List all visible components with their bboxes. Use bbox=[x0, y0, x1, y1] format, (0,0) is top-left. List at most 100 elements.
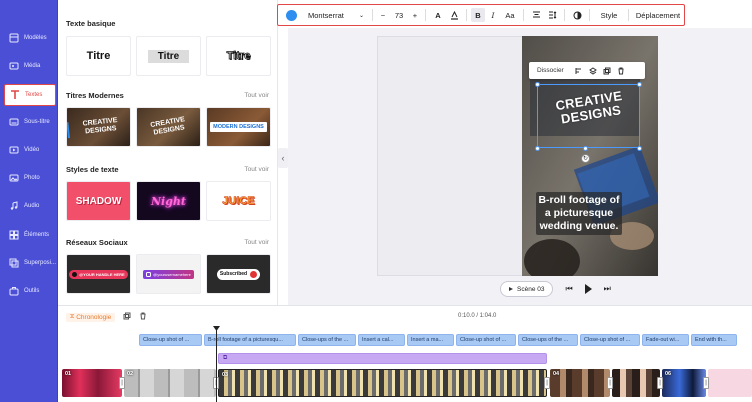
modern-title-card-2[interactable]: CREATIVE DESIGNS bbox=[136, 107, 201, 147]
video-clip-03[interactable]: 03 bbox=[218, 369, 547, 397]
play-icon[interactable] bbox=[584, 284, 592, 294]
card-label: SHADOW bbox=[75, 195, 122, 207]
highlight-icon[interactable] bbox=[446, 5, 462, 25]
sidebar-item-photo[interactable]: Photo bbox=[0, 167, 58, 189]
caption-block[interactable]: End with th... bbox=[691, 334, 737, 346]
resize-handle-tl[interactable] bbox=[535, 82, 540, 87]
video-clip-06[interactable]: 06 bbox=[662, 369, 706, 397]
caption-block[interactable]: B-roll footage of a picturesqu... bbox=[204, 334, 296, 346]
timeline-toggle-button[interactable]: ⧖ Chronologie bbox=[66, 312, 116, 322]
caption-block[interactable]: Close-ups of the ... bbox=[298, 334, 356, 346]
italic-icon[interactable]: I bbox=[485, 5, 501, 25]
clip-number: 02 bbox=[127, 371, 134, 377]
see-all-social-link[interactable]: Tout voir bbox=[244, 239, 269, 246]
font-color-button[interactable]: A bbox=[430, 5, 446, 25]
sidebar-item-label: Modèles bbox=[24, 35, 47, 41]
align-icon[interactable] bbox=[572, 62, 586, 79]
text-case-button[interactable]: Aa bbox=[501, 5, 519, 25]
resize-handle-br[interactable] bbox=[637, 146, 642, 151]
transition-icon[interactable]: | bbox=[119, 377, 125, 389]
sidebar-item-outils[interactable]: Outils bbox=[0, 280, 58, 302]
transition-icon[interactable]: | bbox=[703, 377, 709, 389]
divider bbox=[372, 9, 373, 21]
previous-icon[interactable]: ⏮ bbox=[565, 284, 572, 294]
social-card-subscribed[interactable]: Subscribed bbox=[206, 254, 271, 294]
sidebar-item-audio[interactable]: Audio bbox=[0, 195, 58, 217]
text-icon bbox=[9, 89, 21, 101]
resize-handle-bl[interactable] bbox=[535, 146, 540, 151]
align-center-icon[interactable] bbox=[528, 5, 544, 25]
broll-caption-text[interactable]: B-roll footage of a picturesque wedding … bbox=[536, 192, 622, 235]
sidebar-item-modeles[interactable]: Modèles bbox=[0, 27, 58, 49]
line-spacing-icon[interactable] bbox=[544, 5, 560, 25]
color-dot bbox=[285, 9, 297, 21]
video-clip-02[interactable]: 02 bbox=[124, 369, 216, 397]
social-card-instagram[interactable]: @yourusernamehere bbox=[136, 254, 201, 294]
card-label: Subscribed bbox=[219, 271, 248, 277]
basic-title-card-2[interactable]: Titre bbox=[136, 36, 201, 76]
timeline-icon: ⧖ bbox=[70, 313, 75, 320]
sidebar-item-label: Outils bbox=[24, 288, 40, 294]
transition-icon[interactable]: | bbox=[544, 377, 550, 389]
caption-block[interactable]: Insert a cal... bbox=[358, 334, 405, 346]
chevron-down-icon: ⌄ bbox=[358, 12, 364, 19]
style-card-night[interactable]: Night bbox=[136, 181, 201, 221]
card-label-wrap: Subscribed bbox=[216, 268, 261, 280]
bell-icon bbox=[250, 270, 258, 278]
caption-block[interactable]: Close-up shot of ... bbox=[580, 334, 640, 346]
transition-icon[interactable]: | bbox=[657, 377, 663, 389]
caption-block[interactable]: Fade-out wi... bbox=[642, 334, 689, 346]
caption-block[interactable]: Close-up shot of ... bbox=[456, 334, 516, 346]
layers-icon[interactable] bbox=[586, 62, 600, 79]
sidebar-item-superposition[interactable]: Superposi... bbox=[0, 252, 58, 274]
video-clip-05[interactable] bbox=[612, 369, 660, 397]
sidebar-item-sous-titre[interactable]: Sous-titre bbox=[0, 111, 58, 133]
font-size-increase-button[interactable]: + bbox=[409, 5, 421, 25]
duplicate-icon[interactable] bbox=[600, 62, 614, 79]
next-icon[interactable]: ⏭ bbox=[604, 284, 611, 294]
font-family-dropdown[interactable]: Montserrat ⌄ bbox=[304, 5, 368, 25]
see-all-styles-link[interactable]: Tout voir bbox=[244, 166, 269, 173]
see-all-modern-link[interactable]: Tout voir bbox=[244, 92, 269, 99]
font-size-decrease-button[interactable]: − bbox=[377, 5, 389, 25]
font-size-input[interactable]: 73 bbox=[389, 5, 409, 25]
transition-icon[interactable]: | bbox=[607, 377, 613, 389]
video-clip-07[interactable] bbox=[708, 369, 752, 397]
style-button[interactable]: Style bbox=[594, 5, 624, 25]
clip-number: 03 bbox=[222, 372, 229, 378]
rotate-icon[interactable]: ↻ bbox=[581, 154, 590, 163]
audio-icon bbox=[8, 200, 20, 212]
social-card-tiktok[interactable]: @YOUR HANDLE HERE bbox=[66, 254, 131, 294]
text-color-swatch[interactable] bbox=[278, 5, 304, 25]
video-clip-04[interactable]: 04 bbox=[550, 369, 610, 397]
caption-block[interactable]: Close-ups of the ... bbox=[518, 334, 578, 346]
move-button[interactable]: Déplacement bbox=[633, 5, 683, 25]
scene-selector[interactable]: Scène 03 bbox=[500, 281, 554, 297]
modern-title-card-3[interactable]: MODERN DESIGNS bbox=[206, 107, 271, 147]
text-format-toolbar: Montserrat ⌄ − 73 + A B I Aa Style Dépla… bbox=[277, 4, 685, 26]
text-element-track[interactable]: ⧉ bbox=[218, 353, 547, 364]
video-clip-01[interactable]: 01 bbox=[62, 369, 122, 397]
playhead[interactable] bbox=[216, 327, 217, 402]
duplicate-icon[interactable] bbox=[123, 312, 131, 322]
modern-title-card-1[interactable]: CREATIVE DESIGNS bbox=[66, 107, 131, 147]
sidebar-item-media[interactable]: Média bbox=[0, 55, 58, 77]
resize-handle-bottom[interactable] bbox=[583, 146, 588, 151]
collapse-panel-button[interactable]: ‹ bbox=[278, 148, 288, 168]
style-card-juice[interactable]: JUICE bbox=[206, 181, 271, 221]
opacity-icon[interactable] bbox=[569, 5, 585, 25]
sidebar-item-elements[interactable]: Éléments bbox=[0, 224, 58, 246]
caption-block[interactable]: Insert a ma... bbox=[407, 334, 454, 346]
bold-icon[interactable]: B bbox=[471, 8, 485, 22]
sidebar-item-video[interactable]: Vidéo bbox=[0, 139, 58, 161]
resize-handle-tr[interactable] bbox=[637, 82, 642, 87]
trash-icon[interactable] bbox=[614, 62, 628, 79]
ungroup-button[interactable]: Dissocier bbox=[529, 67, 572, 74]
caption-block[interactable]: Close-up shot of ... bbox=[139, 334, 202, 346]
timecode: 0:10.0 / 1:04.0 bbox=[458, 313, 497, 319]
sidebar-item-textes[interactable]: Textes bbox=[4, 84, 56, 106]
basic-title-card-1[interactable]: Titre bbox=[66, 36, 131, 76]
trash-icon[interactable] bbox=[139, 312, 147, 322]
basic-title-card-3[interactable]: Titre bbox=[206, 36, 271, 76]
style-card-shadow[interactable]: SHADOW bbox=[66, 181, 131, 221]
